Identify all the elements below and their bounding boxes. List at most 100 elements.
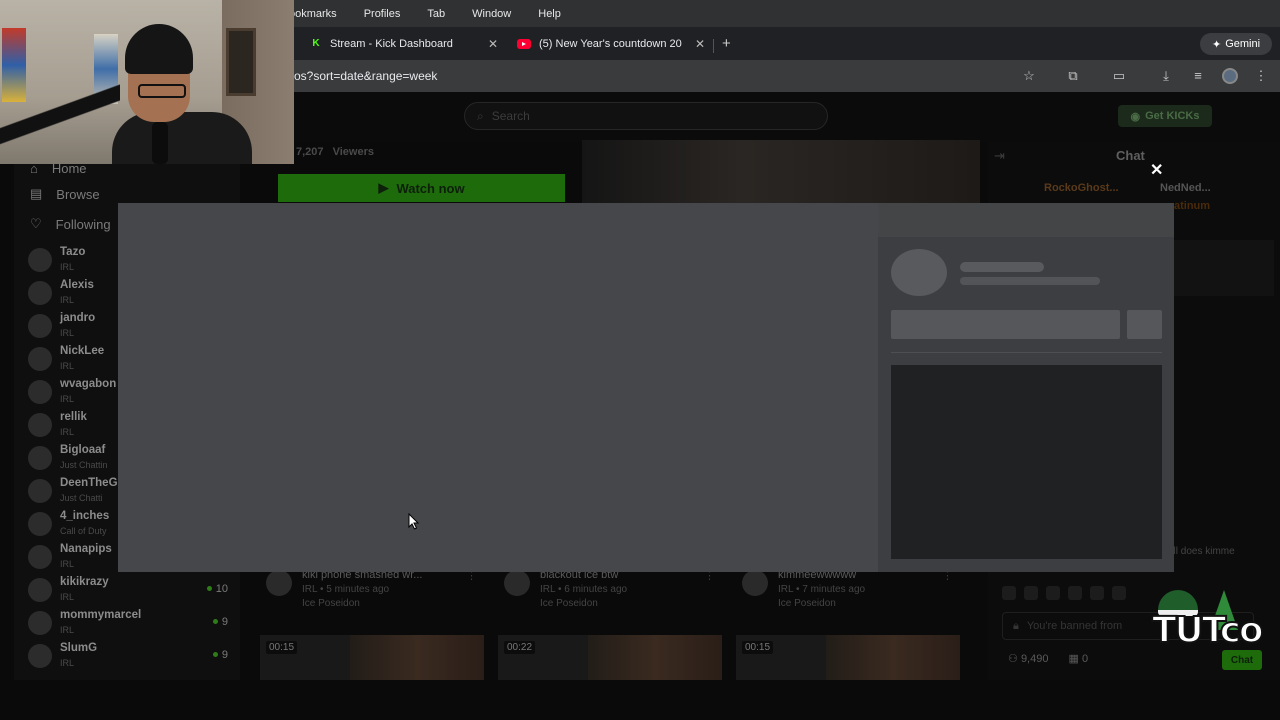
avatar	[28, 545, 52, 569]
avatar	[28, 611, 52, 635]
skeleton-avatar	[891, 249, 947, 296]
top-gifter-name[interactable]: NedNed...	[1160, 182, 1211, 194]
screen: ookmarks Profiles Tab Window Help K Stre…	[0, 0, 1280, 720]
tab-youtube-countdown[interactable]: (5) New Year's countdown 20 ✕	[517, 30, 705, 57]
top-gifter-name[interactable]: RockoGhost...	[1044, 182, 1119, 194]
emote-icon[interactable]	[1112, 586, 1126, 600]
video-card[interactable]: kimmeewwwww IRL • 7 minutes ago Ice Pose…	[742, 567, 962, 617]
video-category: IRL	[302, 584, 318, 595]
hero-thumbnail[interactable]	[582, 140, 980, 204]
menu-tab[interactable]: Tab	[427, 8, 445, 20]
tab-title: Stream - Kick Dashboard	[330, 37, 453, 50]
cast-icon[interactable]: ▭	[1112, 69, 1126, 83]
emote-icon[interactable]	[1024, 586, 1038, 600]
viewer-count-value: 10	[215, 583, 228, 595]
heart-icon: ♡	[30, 216, 42, 231]
avatar	[28, 446, 52, 470]
skeleton-line	[960, 277, 1100, 285]
emote-icon[interactable]	[1068, 586, 1082, 600]
tab-kick-dashboard[interactable]: K Stream - Kick Dashboard ✕	[310, 30, 498, 57]
viewer-count: 9	[212, 616, 228, 628]
users-icon: ⚇	[1008, 653, 1018, 665]
clip-duration: 00:22	[504, 641, 536, 654]
emote-icon[interactable]	[1046, 586, 1060, 600]
channel-category: IRL	[60, 328, 75, 338]
channel-name: Nanapips	[60, 543, 112, 555]
emote-icon[interactable]	[1090, 586, 1104, 600]
menu-bookmarks[interactable]: ookmarks	[289, 8, 337, 20]
avatar	[28, 248, 52, 272]
sparkle-icon: ✦	[1211, 38, 1222, 51]
sidebar-item-browse[interactable]: ▤ Browse	[30, 184, 100, 204]
tab-separator	[713, 39, 714, 53]
url-field[interactable]: os?sort=date&range=week	[294, 69, 437, 83]
emote-icon[interactable]	[1002, 586, 1016, 600]
channel-category: IRL	[60, 658, 75, 668]
close-icon[interactable]: ✕	[1150, 160, 1163, 180]
clip-thumbnail[interactable]: 00:22	[498, 635, 722, 680]
video-channel: Ice Poseidon	[302, 598, 360, 609]
menu-window[interactable]: Window	[472, 8, 511, 20]
chat-stats: ⚇ 9,490 ▦ 0	[1008, 652, 1088, 665]
skeleton-header	[878, 203, 1174, 237]
search-icon: ⌕	[477, 108, 484, 123]
get-kicks-label: Get KICKs	[1145, 110, 1200, 122]
more-menu-icon[interactable]: ⋮	[1254, 69, 1268, 83]
download-icon[interactable]: ⤓	[1159, 69, 1173, 83]
extensions-icon[interactable]: ⧉	[1066, 69, 1080, 83]
viewer-count: 9	[212, 649, 228, 661]
viewers-count: 7,207	[296, 146, 324, 158]
loading-modal	[118, 203, 1174, 572]
kick-logo-icon: K	[312, 38, 320, 49]
sidebar-item-following[interactable]: ♡ Following	[30, 214, 111, 234]
watch-now-label: Watch now	[396, 180, 465, 196]
video-category: IRL	[778, 584, 794, 595]
browse-icon: ▤	[30, 186, 43, 201]
menu-help[interactable]: Help	[538, 8, 561, 20]
bookmark-star-icon[interactable]: ☆	[1022, 69, 1036, 83]
watermark-text: TUTco	[1151, 609, 1265, 652]
media-controls-icon[interactable]: ≡	[1191, 69, 1205, 83]
followers-count: 9,490	[1020, 653, 1049, 665]
channel-name: 4_inches	[60, 510, 110, 522]
channel-item[interactable]: SlumG IRL 9	[28, 640, 234, 672]
clip-thumbnail[interactable]: 00:15	[260, 635, 484, 680]
channel-item[interactable]: mommymarcel IRL 9	[28, 607, 234, 639]
gemini-button[interactable]: ✦ Gemini	[1200, 33, 1272, 55]
channel-name: wvagabon	[60, 378, 117, 390]
kicks-coin-icon: ◉	[1130, 110, 1141, 123]
close-icon[interactable]: ✕	[695, 37, 705, 51]
mouse-cursor-icon	[408, 513, 420, 530]
chat-message: all does kimme	[1168, 546, 1235, 557]
picture-frame	[226, 28, 256, 96]
avatar	[28, 314, 52, 338]
channel-item[interactable]: kikikrazy IRL 10	[28, 574, 234, 606]
lock-icon: 🔒︎	[1013, 619, 1019, 632]
skeleton-panel	[891, 365, 1162, 559]
divider	[891, 352, 1162, 353]
video-card[interactable]: kiki phone smashed wr... IRL • 5 minutes…	[266, 567, 486, 617]
chat-title: Chat	[1116, 148, 1145, 163]
watch-now-button[interactable]: ▶ Watch now	[278, 174, 565, 202]
get-kicks-button[interactable]: ◉ Get KICKs	[1118, 105, 1212, 127]
gemini-label: Gemini	[1225, 38, 1261, 50]
video-channel: Ice Poseidon	[540, 598, 598, 609]
avatar	[28, 644, 52, 668]
new-tab-plus-icon[interactable]: +	[722, 35, 731, 52]
close-icon[interactable]: ✕	[488, 37, 498, 51]
search-input[interactable]: ⌕ Search	[464, 102, 828, 130]
viewer-count-value: 9	[221, 616, 228, 628]
clip-image	[349, 635, 484, 680]
skeleton-bar	[891, 310, 1120, 339]
video-card[interactable]: blackout ice btw IRL • 6 minutes ago Ice…	[504, 567, 724, 617]
menu-profiles[interactable]: Profiles	[364, 8, 401, 20]
clip-image	[587, 635, 722, 680]
clip-thumbnail[interactable]: 00:15	[736, 635, 960, 680]
viewer-count: 10	[206, 583, 228, 595]
mic-arm	[0, 74, 120, 164]
channel-name: Tazo	[60, 246, 86, 258]
profile-avatar[interactable]	[1222, 68, 1238, 84]
collapse-chat-icon[interactable]: ⇥	[994, 148, 1005, 164]
live-dot-icon	[212, 619, 218, 624]
channel-category: IRL	[60, 559, 75, 569]
